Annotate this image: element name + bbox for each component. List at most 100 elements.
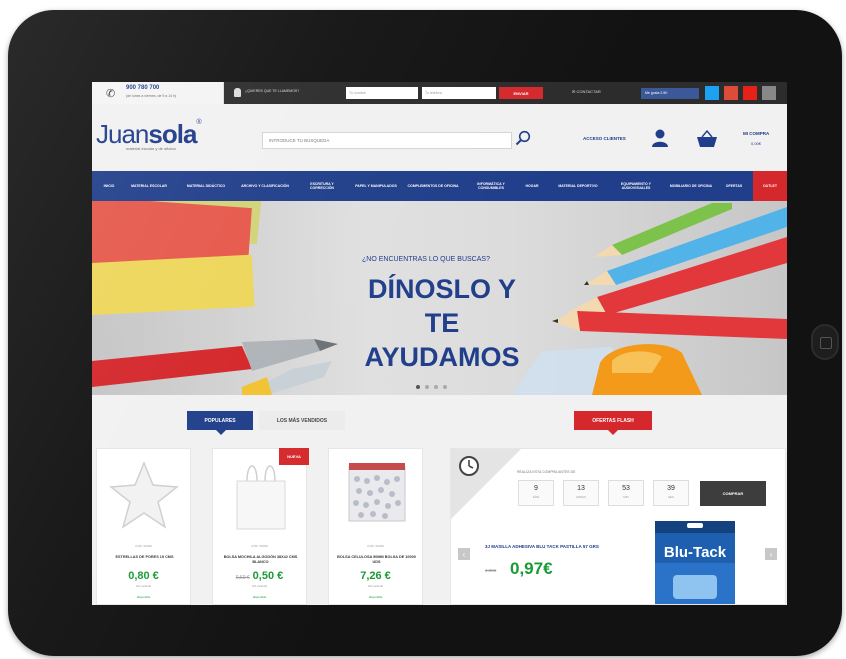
product-name[interactable]: ESTRELLAS DE PORES 15 CMS <box>103 555 186 560</box>
phone-icon: ✆ <box>106 88 116 100</box>
nav-item-informatica[interactable]: INFORMÁTICA Y CONSUMIBLES <box>464 171 518 201</box>
callback-phone-input[interactable]: Tu teléfono <box>422 87 496 99</box>
product-old-price: 0,60 € <box>235 575 250 581</box>
countdown-days: 9 DÍAS <box>518 480 554 506</box>
product-card[interactable]: NUEVA CÓD. 60040 BOLSA MOCHILA ALGODÓN 3… <box>212 448 309 605</box>
carousel-dot[interactable] <box>434 385 438 389</box>
search-input[interactable]: INTRODUCE TU BÚSQUEDA <box>262 132 512 149</box>
website-screen: ✆ 900 780 700 (de lunes a viernes, de 9 … <box>92 82 787 605</box>
nav-item-mobiliario[interactable]: MOBILIARIO DE OFICINA <box>666 171 716 201</box>
nav-item-equipamiento[interactable]: EQUIPAMIENTO Y AUDIOVISUALES <box>608 171 664 201</box>
nav-item-papel[interactable]: PAPEL Y MANIPULADOS <box>352 171 400 201</box>
flash-old-price: 1,08€ <box>485 568 497 573</box>
callback-label: ¿QUIERES QUE TE LLAMEMOS? <box>245 89 300 93</box>
user-icon[interactable] <box>651 128 669 148</box>
nav-item-ofertas[interactable]: OFERTAS <box>718 171 750 201</box>
product-tax: IVA incluido <box>135 584 152 588</box>
blu-tack-brand: Blu-Tack <box>664 544 727 561</box>
registered-icon: ® <box>196 119 201 126</box>
tab-flash-offers[interactable]: OFERTAS FLASH <box>574 411 652 435</box>
nav-item-escritura[interactable]: ESCRITURA Y CORRECCIÓN <box>296 171 348 201</box>
chevron-left-icon[interactable]: ‹ <box>458 548 470 560</box>
nav-item-material-escolar[interactable]: MATERIAL ESCOLAR <box>126 171 172 201</box>
cart-total: 0,00€ <box>751 141 762 146</box>
product-stock: disponible <box>136 595 151 599</box>
twitter-icon[interactable] <box>705 86 719 100</box>
tab-best-sellers[interactable]: LOS MÁS VENDIDOS <box>259 411 345 430</box>
blu-tack-package-image: Blu-Tack <box>655 521 735 604</box>
nav-item-hogar[interactable]: HOGAR <box>520 171 544 201</box>
carousel-dot[interactable] <box>443 385 447 389</box>
search-icon[interactable] <box>515 130 531 146</box>
main-navigation: INICIO MATERIAL ESCOLAR MATERIAL DIDÁCTI… <box>92 171 787 201</box>
flash-offer-panel: REALIZA ESTA COMPRA ANTES DE 9 DÍAS 13 H… <box>450 448 786 605</box>
facebook-like-button[interactable]: Me gusta 2.5K <box>641 88 699 99</box>
tote-bag-image <box>236 465 286 530</box>
product-price: 0,60 €0,50 € <box>213 570 306 582</box>
product-sku: CÓD. 60040 <box>251 544 268 548</box>
countdown-minutes: 53 MIN <box>608 480 644 506</box>
buy-button[interactable]: COMPRAR <box>700 481 766 506</box>
nav-item-material-deportivo[interactable]: MATERIAL DEPORTIVO <box>550 171 606 201</box>
callback-name-input[interactable]: Tu nombre <box>346 87 418 99</box>
hero-title-line2: AYUDAMOS <box>364 342 520 372</box>
hero-title: DÍNOSLO Y TE AYUDAMOS <box>352 272 532 374</box>
youtube-icon[interactable] <box>743 86 757 100</box>
carousel-dot[interactable] <box>425 385 429 389</box>
product-price: 7,26 € <box>360 570 391 582</box>
countdown-unit: DÍAS <box>532 495 540 499</box>
countdown-seconds: 39 SEG <box>653 480 689 506</box>
pencils-image <box>552 203 787 339</box>
product-name[interactable]: BOLSA MOCHILA ALGODÓN 38X42 CMS BLANCO <box>219 555 302 565</box>
product-sku: CÓD. 60040 <box>367 544 384 548</box>
product-name[interactable]: BOLSA CELULOSA 50MM BOLSA DE 10000 UDS <box>335 555 418 565</box>
product-tax: IVA incluido <box>251 584 268 588</box>
hero-question: ¿NO ENCUENTRAS LO QUE BUSCAS? <box>362 256 490 263</box>
product-tax: IVA incluido <box>367 584 384 588</box>
flash-product-name[interactable]: 3J MASILLA ADHESIVA BLU TACK PASTILLA 57… <box>485 544 605 550</box>
logo-light: Juan <box>96 119 149 149</box>
countdown-value: 13 <box>577 485 585 492</box>
site-header: Juansola® material escolar y de oficina … <box>92 104 787 171</box>
countdown-unit: HORAS <box>576 495 586 499</box>
nav-item-archivo[interactable]: ARCHIVO Y CLASIFICACIÓN <box>238 171 292 201</box>
carousel-dot[interactable] <box>416 385 420 389</box>
top-bar: ✆ 900 780 700 (de lunes a viernes, de 9 … <box>92 82 787 104</box>
phone-hours: (de lunes a viernes, de 9 a 14 h) <box>126 94 177 98</box>
countdown-value: 53 <box>622 485 630 492</box>
countdown-value: 9 <box>534 485 538 492</box>
notebooks-image <box>92 201 262 316</box>
logo-bold: sola <box>148 119 197 149</box>
account-link[interactable]: ACCESO CLIENTES <box>583 136 626 141</box>
contact-label: CONTACTAR <box>576 89 601 94</box>
packing-bag-image <box>348 463 406 522</box>
nav-item-material-didactico[interactable]: MATERIAL DIDÁCTICO <box>182 171 230 201</box>
phone-box: ✆ 900 780 700 (de lunes a viernes, de 9 … <box>92 82 224 104</box>
hero-banner[interactable]: ¿NO ENCUENTRAS LO QUE BUSCAS? DÍNOSLO Y … <box>92 201 787 395</box>
product-card[interactable]: CÓD. 60040 ESTRELLAS DE PORES 15 CMS 0,8… <box>96 448 191 605</box>
user-icon <box>234 88 241 97</box>
phone-number[interactable]: 900 780 700 <box>126 85 159 91</box>
product-card[interactable]: CÓD. 60040 BOLSA CELULOSA 50MM BOLSA DE … <box>328 448 423 605</box>
countdown-unit: SEG <box>668 495 674 499</box>
home-button[interactable] <box>811 324 839 360</box>
nav-item-complementos[interactable]: COMPLEMENTOS DE OFICINA <box>404 171 462 201</box>
tab-popular[interactable]: POPULARES <box>187 411 253 435</box>
google-plus-icon[interactable] <box>724 86 738 100</box>
countdown-unit: MIN <box>623 495 629 499</box>
carousel-dots <box>416 376 452 394</box>
contact-link[interactable]: ✉ CONTACTAR <box>572 89 601 94</box>
flash-price: 0,97€ <box>510 559 553 578</box>
product-stock: disponible <box>252 595 267 599</box>
callback-send-button[interactable]: ENVIAR <box>499 87 543 99</box>
basket-icon[interactable] <box>696 130 718 148</box>
product-sku: CÓD. 60040 <box>135 544 152 548</box>
nav-item-inicio[interactable]: INICIO <box>96 171 122 201</box>
cart-title[interactable]: MI COMPRA <box>743 131 769 136</box>
product-stock: disponible <box>368 595 383 599</box>
offer-ends-label: REALIZA ESTA COMPRA ANTES DE <box>517 470 576 474</box>
clock-icon <box>459 456 479 476</box>
social-icon[interactable] <box>762 86 776 100</box>
nav-item-outlet[interactable]: OUTLET <box>753 171 787 201</box>
chevron-right-icon[interactable]: › <box>765 548 777 560</box>
